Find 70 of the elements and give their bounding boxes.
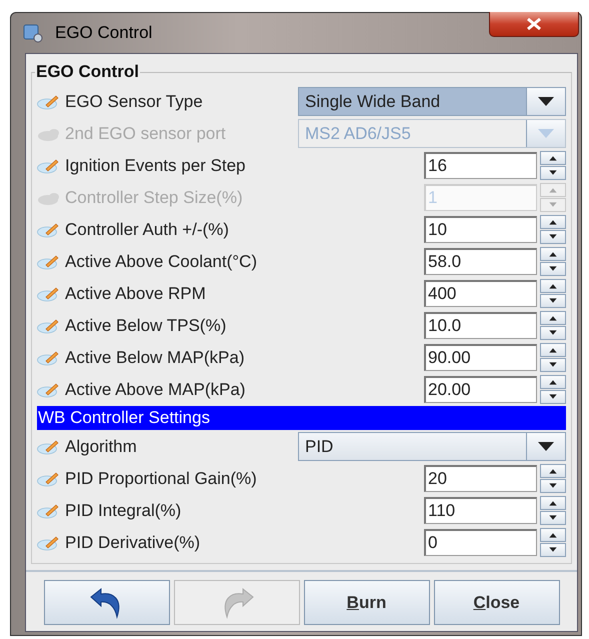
- spin-down-button[interactable]: [540, 230, 566, 244]
- number-field[interactable]: 0: [424, 529, 537, 556]
- cloud-pencil-icon: [37, 534, 61, 550]
- number-field[interactable]: 110: [424, 497, 537, 524]
- number-field[interactable]: 20.00: [424, 376, 537, 403]
- cloud-pencil-icon: [37, 222, 61, 238]
- spin-up-button[interactable]: [540, 151, 566, 165]
- close-button[interactable]: [489, 12, 579, 37]
- number-field[interactable]: 400: [424, 280, 537, 307]
- spin-down-button[interactable]: [540, 294, 566, 308]
- cloud-pencil-icon: [37, 502, 61, 518]
- field-label: PID Derivative(%): [65, 532, 200, 552]
- cloud-pencil-icon: [37, 158, 61, 174]
- cloud-pencil-icon: [37, 470, 61, 486]
- field-label: Controller Step Size(%): [65, 188, 243, 208]
- spin-down-button[interactable]: [540, 543, 566, 557]
- spin-up-button[interactable]: [540, 343, 566, 357]
- window-title: EGO Control: [55, 22, 152, 42]
- field-label: Active Below TPS(%): [65, 316, 226, 336]
- spin-up-button[interactable]: [540, 279, 566, 293]
- spin-up-button[interactable]: [540, 528, 566, 542]
- cloud-pencil-icon: [37, 94, 61, 110]
- caret-icon: [538, 442, 554, 451]
- spin-down-button[interactable]: [540, 326, 566, 340]
- cloud-pencil-icon: [37, 382, 61, 398]
- number-field[interactable]: 10.0: [424, 312, 537, 339]
- field-label: Active Above RPM: [65, 284, 206, 304]
- spin-down-button[interactable]: [540, 390, 566, 404]
- section-header: WB Controller Settings: [37, 406, 566, 430]
- field-label: 2nd EGO sensor port: [65, 124, 226, 144]
- number-field[interactable]: 10: [424, 216, 537, 243]
- cloud-pencil-icon: [37, 254, 61, 270]
- text-button[interactable]: Burn: [304, 580, 430, 625]
- text-button[interactable]: Close: [434, 580, 560, 625]
- spin-up-button[interactable]: [540, 215, 566, 229]
- spin-down-button[interactable]: [540, 358, 566, 372]
- field-label: Active Below MAP(kPa): [65, 348, 244, 368]
- spin-up-button[interactable]: [540, 375, 566, 389]
- group-title: EGO Control: [35, 62, 140, 82]
- field-label: Active Above MAP(kPa): [65, 380, 246, 400]
- cloud-pencil-icon: [37, 438, 61, 454]
- close-icon: [526, 18, 542, 30]
- caret-icon: [538, 129, 554, 138]
- dropdown[interactable]: Single Wide Band: [298, 87, 566, 116]
- spin-down-button[interactable]: [540, 262, 566, 276]
- field-label: Active Above Coolant(°C): [65, 252, 257, 272]
- number-field[interactable]: 90.00: [424, 344, 537, 371]
- spin-up-button[interactable]: [540, 247, 566, 261]
- spin-up-button[interactable]: [540, 464, 566, 478]
- field-label: EGO Sensor Type: [65, 92, 203, 112]
- spin-up-button[interactable]: [540, 496, 566, 510]
- spin-up-button[interactable]: [540, 311, 566, 325]
- cloud-pencil-icon: [37, 286, 61, 302]
- number-field[interactable]: 16: [424, 152, 537, 179]
- window-app-icon: [23, 22, 45, 42]
- cloud-pencil-icon: [37, 350, 61, 366]
- number-field[interactable]: 20: [424, 465, 537, 492]
- field-label: Controller Auth +/-(%): [65, 220, 229, 240]
- dropdown[interactable]: PID: [298, 432, 566, 461]
- field-label: Ignition Events per Step: [65, 156, 246, 176]
- field-label: Algorithm: [65, 436, 137, 456]
- spin-down-button[interactable]: [540, 479, 566, 493]
- number-field[interactable]: 58.0: [424, 248, 537, 275]
- spin-down-button[interactable]: [540, 511, 566, 525]
- cloud-pencil-icon: [37, 318, 61, 334]
- caret-icon: [538, 97, 554, 106]
- spin-down-button[interactable]: [540, 166, 566, 180]
- undo-button[interactable]: [44, 580, 170, 625]
- field-label: PID Integral(%): [65, 500, 182, 520]
- field-label: PID Proportional Gain(%): [65, 468, 257, 488]
